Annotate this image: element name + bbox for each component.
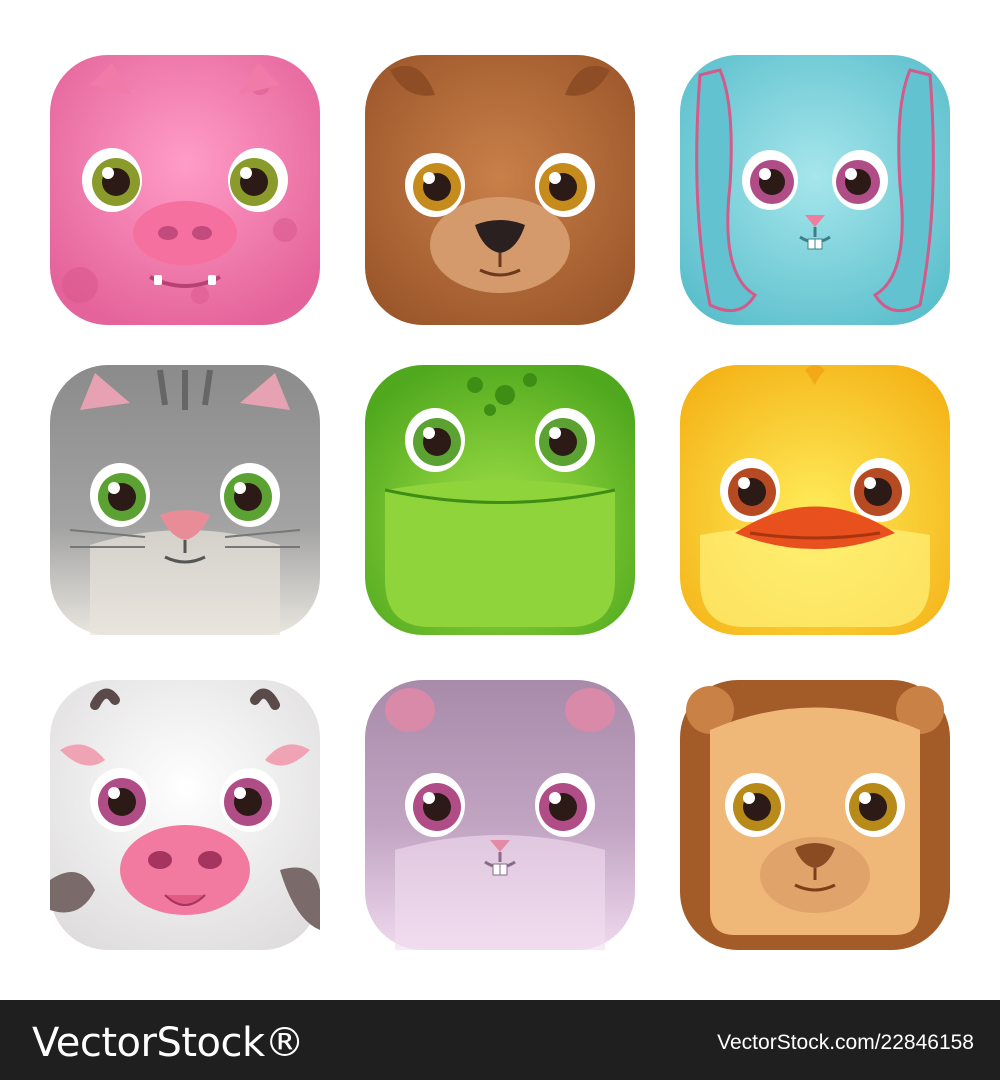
- hamster-face-icon: [365, 680, 635, 950]
- frog-face-icon: [365, 365, 635, 635]
- cow-face-icon: [50, 680, 320, 950]
- lion-face-icon: [680, 680, 950, 950]
- cat-face-icon: [50, 365, 320, 635]
- watermark-bar: VectorStock® VectorStock.com/22846158: [0, 1000, 1000, 1080]
- bunny-face-icon: [680, 55, 950, 325]
- bear-face-icon: [365, 55, 635, 325]
- watermark-id: VectorStock.com/22846158: [717, 1031, 974, 1054]
- icon-grid: [0, 0, 1000, 1000]
- duck-face-icon: [680, 365, 950, 635]
- pig-face-icon: [50, 55, 320, 325]
- watermark-brand: VectorStock®: [32, 1020, 305, 1066]
